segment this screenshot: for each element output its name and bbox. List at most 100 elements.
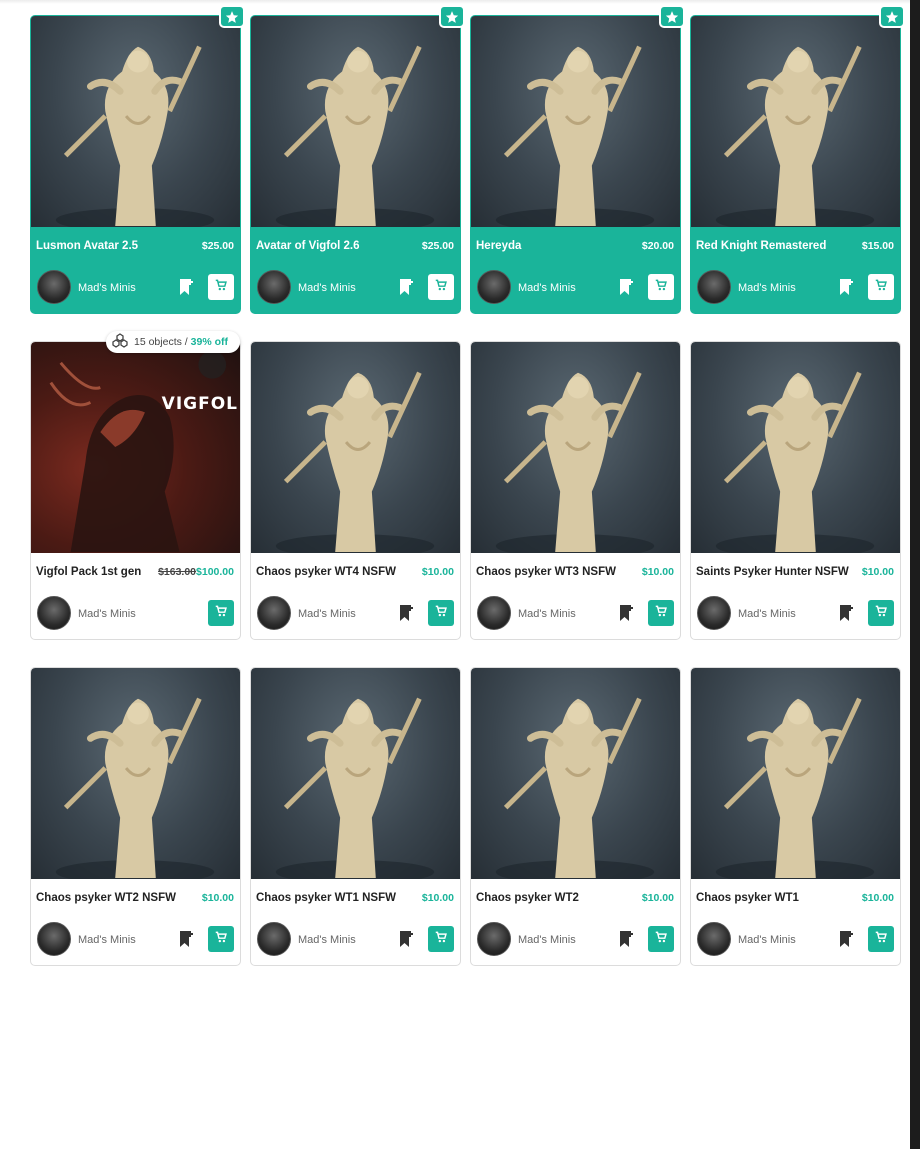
- seller-avatar[interactable]: [477, 596, 511, 630]
- bookmark-add-icon[interactable]: [618, 604, 634, 622]
- star-icon: [659, 5, 685, 28]
- product-title[interactable]: Chaos psyker WT2: [476, 892, 626, 904]
- seller-avatar[interactable]: [477, 922, 511, 956]
- product-card[interactable]: Saints Psyker Hunter NSFW $10.00 Mad's M…: [690, 341, 901, 640]
- product-title[interactable]: Saints Psyker Hunter NSFW: [696, 566, 849, 578]
- product-price: $10.00: [862, 892, 894, 904]
- product-title[interactable]: Lusmon Avatar 2.5: [36, 240, 186, 252]
- product-image[interactable]: [31, 16, 240, 227]
- product-title[interactable]: Avatar of Vigfol 2.6: [256, 240, 406, 252]
- add-to-cart-button[interactable]: [208, 926, 234, 952]
- add-to-cart-button[interactable]: [868, 926, 894, 952]
- add-to-cart-button[interactable]: [868, 600, 894, 626]
- product-title[interactable]: Chaos psyker WT1: [696, 892, 846, 904]
- product-image[interactable]: [471, 16, 680, 227]
- seller-name[interactable]: Mad's Minis: [518, 608, 576, 620]
- product-card[interactable]: Hereyda $20.00 Mad's Minis: [470, 5, 685, 314]
- product-card[interactable]: Avatar of Vigfol 2.6 $25.00 Mad's Minis: [250, 5, 465, 314]
- product-price: $15.00: [862, 240, 894, 252]
- pack-object-count: 15 objects: [134, 336, 182, 348]
- current-price: $25.00: [421, 240, 454, 252]
- seller-name[interactable]: Mad's Minis: [298, 608, 356, 620]
- add-to-cart-button[interactable]: [648, 600, 674, 626]
- bookmark-add-icon[interactable]: [398, 604, 414, 622]
- add-to-cart-button[interactable]: [648, 274, 674, 300]
- shopping-cart-icon: [214, 604, 228, 623]
- seller-avatar[interactable]: [697, 596, 731, 630]
- seller-avatar[interactable]: [257, 922, 291, 956]
- seller-name[interactable]: Mad's Minis: [78, 934, 136, 946]
- seller-name[interactable]: Mad's Minis: [738, 934, 796, 946]
- product-image[interactable]: [251, 16, 460, 227]
- product-image[interactable]: [691, 668, 900, 879]
- product-card[interactable]: Chaos psyker WT4 NSFW $10.00 Mad's Minis: [250, 341, 461, 640]
- bookmark-add-icon[interactable]: [838, 930, 854, 948]
- add-to-cart-button[interactable]: [208, 600, 234, 626]
- seller-name[interactable]: Mad's Minis: [78, 608, 136, 620]
- bookmark-add-icon[interactable]: [838, 278, 854, 296]
- product-image[interactable]: [31, 668, 240, 879]
- product-card[interactable]: VIGFOL Vigfol Pack 1st gen $163.00$100.0…: [30, 341, 241, 640]
- add-to-cart-button[interactable]: [648, 926, 674, 952]
- scrollbar-gutter: [910, 0, 920, 1149]
- product-title[interactable]: Chaos psyker WT2 NSFW: [36, 892, 186, 904]
- product-card[interactable]: Lusmon Avatar 2.5 $25.00 Mad's Minis: [30, 5, 245, 314]
- product-price: $10.00: [862, 566, 894, 578]
- current-price: $25.00: [201, 240, 234, 252]
- product-price: $10.00: [422, 892, 454, 904]
- product-price: $10.00: [642, 566, 674, 578]
- product-image[interactable]: VIGFOL: [31, 342, 240, 553]
- seller-name[interactable]: Mad's Minis: [738, 608, 796, 620]
- seller-avatar[interactable]: [697, 270, 731, 304]
- seller-name[interactable]: Mad's Minis: [518, 934, 576, 946]
- add-to-cart-button[interactable]: [208, 274, 234, 300]
- pack-discount: 39% off: [190, 336, 228, 348]
- product-card[interactable]: Red Knight Remastered $15.00 Mad's Minis: [690, 5, 905, 314]
- seller-name[interactable]: Mad's Minis: [78, 282, 136, 294]
- product-title[interactable]: Chaos psyker WT3 NSFW: [476, 566, 626, 578]
- product-card[interactable]: Chaos psyker WT2 $10.00 Mad's Minis: [470, 667, 681, 966]
- seller-name[interactable]: Mad's Minis: [518, 282, 576, 294]
- product-card[interactable]: Chaos psyker WT2 NSFW $10.00 Mad's Minis: [30, 667, 241, 966]
- add-to-cart-button[interactable]: [428, 926, 454, 952]
- shopping-cart-icon: [874, 604, 888, 623]
- shopping-cart-icon: [434, 930, 448, 949]
- current-price: $10.00: [641, 892, 674, 904]
- product-card[interactable]: Chaos psyker WT3 NSFW $10.00 Mad's Minis: [470, 341, 681, 640]
- product-image[interactable]: [691, 16, 900, 227]
- seller-name[interactable]: Mad's Minis: [738, 282, 796, 294]
- bookmark-add-icon[interactable]: [618, 278, 634, 296]
- seller-avatar[interactable]: [697, 922, 731, 956]
- product-card[interactable]: Chaos psyker WT1 $10.00 Mad's Minis: [690, 667, 901, 966]
- add-to-cart-button[interactable]: [428, 274, 454, 300]
- seller-avatar[interactable]: [477, 270, 511, 304]
- product-title[interactable]: Chaos psyker WT1 NSFW: [256, 892, 406, 904]
- seller-avatar[interactable]: [37, 922, 71, 956]
- bookmark-add-icon[interactable]: [838, 604, 854, 622]
- shopping-cart-icon: [654, 930, 668, 949]
- bookmark-add-icon[interactable]: [178, 930, 194, 948]
- seller-name[interactable]: Mad's Minis: [298, 282, 356, 294]
- add-to-cart-button[interactable]: [868, 274, 894, 300]
- seller-avatar[interactable]: [37, 596, 71, 630]
- shopping-cart-icon: [654, 604, 668, 623]
- product-image[interactable]: [251, 668, 460, 879]
- add-to-cart-button[interactable]: [428, 600, 454, 626]
- product-image[interactable]: [251, 342, 460, 553]
- seller-avatar[interactable]: [37, 270, 71, 304]
- bookmark-add-icon[interactable]: [618, 930, 634, 948]
- product-image[interactable]: [471, 668, 680, 879]
- star-icon: [219, 5, 245, 28]
- bookmark-add-icon[interactable]: [398, 930, 414, 948]
- product-image[interactable]: [691, 342, 900, 553]
- seller-name[interactable]: Mad's Minis: [298, 934, 356, 946]
- seller-avatar[interactable]: [257, 270, 291, 304]
- product-title[interactable]: Red Knight Remastered: [696, 240, 846, 252]
- product-title[interactable]: Hereyda: [476, 240, 626, 252]
- product-card[interactable]: Chaos psyker WT1 NSFW $10.00 Mad's Minis: [250, 667, 461, 966]
- seller-avatar[interactable]: [257, 596, 291, 630]
- product-image[interactable]: [471, 342, 680, 553]
- bookmark-add-icon[interactable]: [178, 278, 194, 296]
- product-title[interactable]: Chaos psyker WT4 NSFW: [256, 566, 406, 578]
- bookmark-add-icon[interactable]: [398, 278, 414, 296]
